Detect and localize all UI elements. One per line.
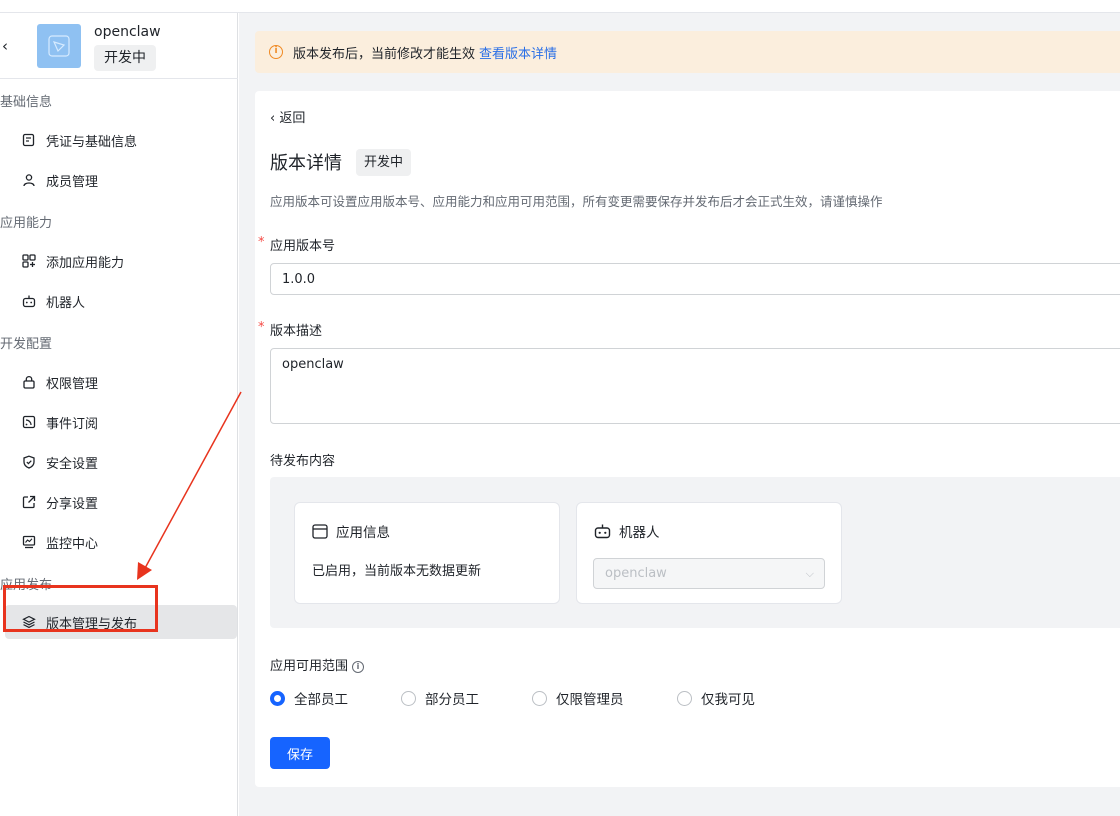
back-label: 返回 [279,111,306,126]
sidebar-item-permissions[interactable]: 权限管理 [5,365,237,399]
radio-dot [532,690,547,706]
info-icon: i [352,661,365,673]
info-icon: i [269,45,283,59]
page-description: 应用版本可设置应用版本号、应用能力和应用可用范围，所有变更需要保存并发布后才会正… [270,194,883,209]
robot-icon [21,293,37,309]
version-detail-card: ‹ 返回 版本详情 开发中 应用版本可设置应用版本号、应用能力和应用可用范围，所… [255,91,1120,787]
pending-content-panel: 应用信息 已启用，当前版本无数据更新 机器人 openclaw ⌵ [270,477,1120,628]
radio-dot [401,690,416,706]
app-status-badge: 开发中 [94,45,156,71]
top-bar [0,0,1120,13]
back-link[interactable]: ‹ 返回 [270,107,305,126]
main-content: i 版本发布后，当前修改才能生效 查看版本详情 ‹ 返回 版本详情 开发中 应用… [239,13,1120,816]
rss-icon [21,414,37,430]
radio-dot-selected [270,690,285,706]
sidebar-item-credentials[interactable]: 凭证与基础信息 [5,123,237,157]
sidebar-item-version-management[interactable]: 版本管理与发布 [5,605,237,639]
sidebar-item-label: 版本管理与发布 [46,616,138,632]
group-title-capabilities: 应用能力 [0,216,53,231]
document-icon [21,132,37,148]
version-number-input[interactable] [270,263,1120,295]
bot-select[interactable]: openclaw ⌵ [593,558,825,589]
version-description-label: * 版本描述 [258,320,323,339]
view-version-details-link[interactable]: 查看版本详情 [479,43,557,62]
pending-content-label: 待发布内容 [270,454,336,469]
save-button[interactable]: 保存 [270,737,330,769]
shield-icon [21,454,37,470]
apps-add-icon [21,253,37,269]
sidebar-item-bot[interactable]: 机器人 [5,284,237,318]
group-title-dev-config: 开发配置 [0,337,53,352]
publish-notice-banner: i 版本发布后，当前修改才能生效 查看版本详情 [255,31,1120,73]
version-description-input[interactable]: openclaw [270,348,1120,424]
window-icon [312,523,328,539]
sidebar-item-add-capability[interactable]: 添加应用能力 [5,244,237,278]
user-icon [21,172,37,188]
sidebar-item-label: 添加应用能力 [46,255,125,271]
group-title-basic: 基础信息 [0,95,53,110]
app-header: ‹ openclaw 开发中 [0,13,238,79]
app-name: openclaw [94,24,161,40]
scope-radio-all[interactable]: 全部员工 [270,688,348,708]
required-mark: * [258,235,265,250]
share-icon [21,494,37,510]
lock-icon [21,374,37,390]
sidebar-item-members[interactable]: 成员管理 [5,163,237,197]
notice-text: 版本发布后，当前修改才能生效 [293,46,476,62]
chevron-left-icon: ‹ [270,111,280,126]
back-chevron-icon[interactable]: ‹ [2,37,8,55]
app-logo [37,24,81,68]
bot-card: 机器人 openclaw ⌵ [576,502,842,604]
radio-dot [677,690,692,706]
scope-radio-partial[interactable]: 部分员工 [401,688,479,708]
monitor-icon [21,534,37,550]
chevron-down-icon: ⌵ [805,567,814,580]
layers-icon [21,614,37,630]
sidebar-item-monitor[interactable]: 监控中心 [5,525,237,559]
robot-icon [594,523,611,539]
required-mark: * [258,320,265,335]
sidebar-item-events[interactable]: 事件订阅 [5,405,237,439]
sidebar-item-label: 机器人 [46,295,86,311]
app-info-status: 已启用，当前版本无数据更新 [312,564,482,579]
sidebar-item-label: 安全设置 [46,456,99,472]
scope-radio-only-me[interactable]: 仅我可见 [677,688,755,708]
sidebar-item-label: 事件订阅 [46,416,99,432]
sidebar-item-label: 成员管理 [46,174,99,190]
app-info-card: 应用信息 已启用，当前版本无数据更新 [294,502,560,604]
sidebar-item-share[interactable]: 分享设置 [5,485,237,519]
sidebar-item-label: 凭证与基础信息 [46,134,138,150]
group-title-publish: 应用发布 [0,578,53,593]
scope-label: 应用可用范围 i [270,655,365,674]
version-number-label: * 应用版本号 [258,235,336,254]
sidebar-item-label: 监控中心 [46,536,99,552]
sidebar-item-security[interactable]: 安全设置 [5,445,237,479]
app-info-title: 应用信息 [336,525,390,541]
page-title: 版本详情 [270,153,342,174]
scope-radio-admins[interactable]: 仅限管理员 [532,688,624,708]
status-badge: 开发中 [356,149,412,176]
sidebar-item-label: 权限管理 [46,376,99,392]
sidebar: ‹ openclaw 开发中 基础信息 凭证与基础信息 成员管理 应用能力 添加… [0,13,238,816]
sidebar-item-label: 分享设置 [46,496,99,512]
bot-card-title: 机器人 [619,525,660,541]
